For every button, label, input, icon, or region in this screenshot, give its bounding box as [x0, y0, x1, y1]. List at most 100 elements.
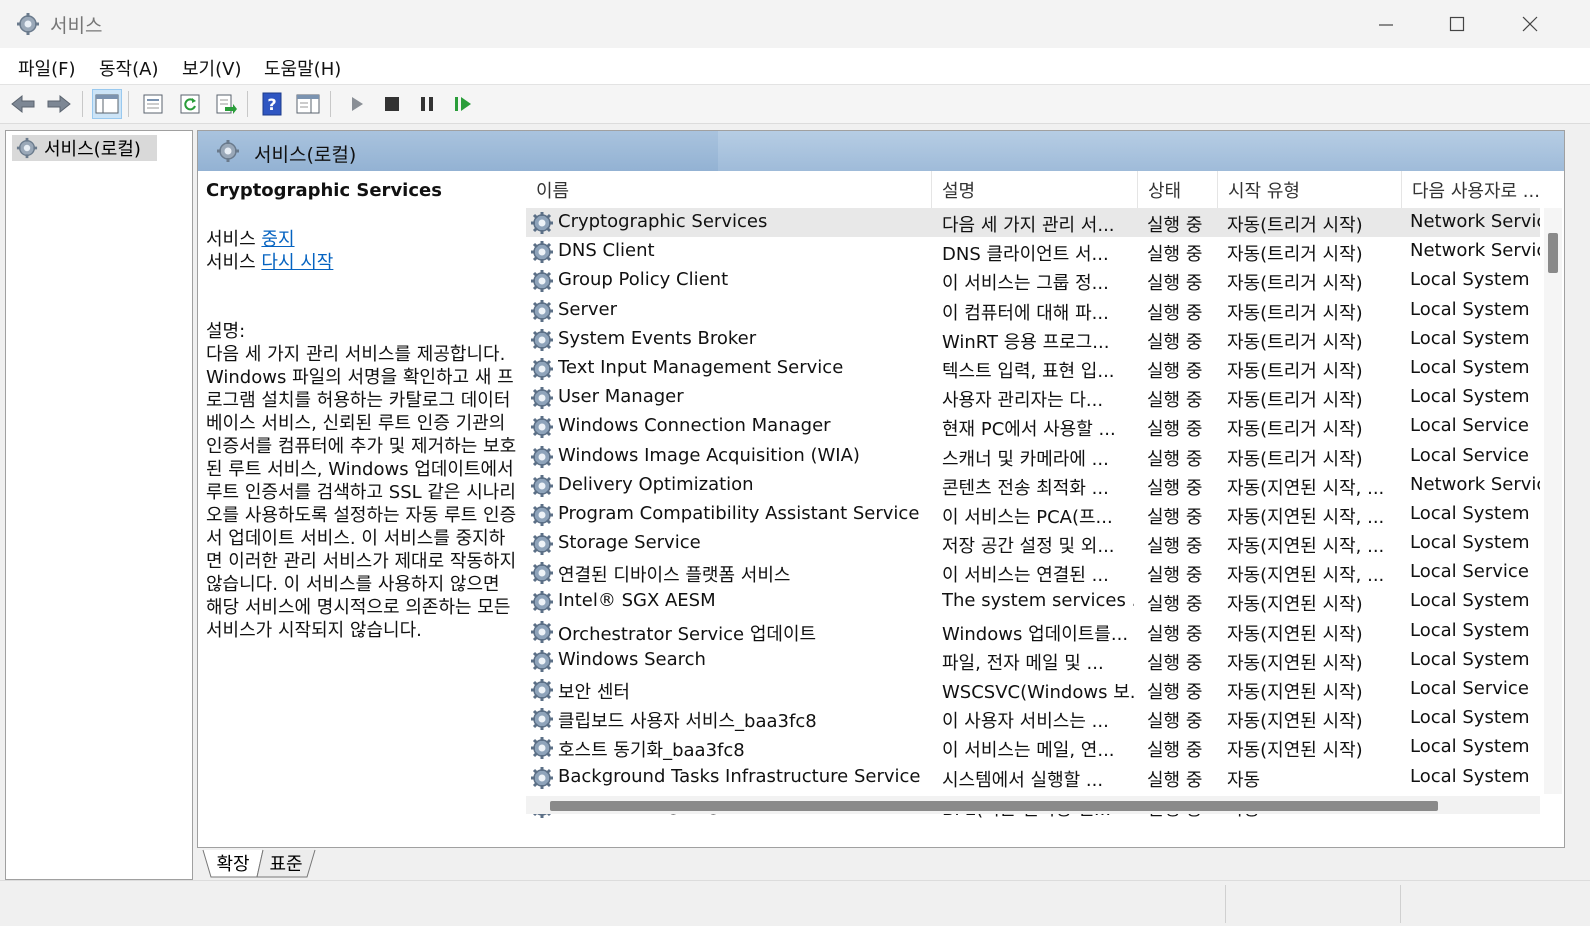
service-gear-icon	[531, 212, 553, 234]
service-logon-as: Local System	[1410, 707, 1530, 729]
service-description: 이 컴퓨터에 대해 파...	[942, 302, 1109, 324]
stop-service-button[interactable]	[377, 89, 407, 119]
service-gear-icon	[531, 591, 553, 614]
service-status: 실행 중	[1147, 506, 1203, 528]
menu-view[interactable]: 보기(V)	[182, 55, 241, 81]
stop-action: 서비스 중지	[206, 228, 518, 251]
service-description: 이 서비스는 연결된 ...	[942, 565, 1109, 587]
tree-item-services-local[interactable]: 서비스(로컬)	[12, 135, 157, 161]
status-separator	[1225, 885, 1226, 923]
close-button[interactable]	[1494, 0, 1566, 48]
console-tree-icon	[95, 94, 119, 114]
service-name: 호스트 동기화_baa3fc8	[558, 740, 745, 762]
table-row[interactable]: Background Tasks Infrastructure Service 시…	[526, 763, 1540, 792]
export-list-button[interactable]	[211, 89, 241, 119]
service-gear-icon	[531, 474, 553, 497]
column-header-description[interactable]: 설명	[932, 171, 1138, 209]
service-status: 실행 중	[1147, 594, 1203, 616]
column-header-logon-as[interactable]: 다음 사용자로 ...	[1402, 171, 1564, 209]
service-description: 다음 세 가지 관리 서...	[942, 215, 1115, 236]
table-row[interactable]: 연결된 디바이스 플랫폼 서비스 이 서비스는 연결된 ... 실행 중 자동(지연된…	[526, 558, 1540, 587]
service-name: Group Policy Client	[558, 269, 729, 291]
minimize-icon	[1379, 24, 1393, 26]
services-gear-icon	[16, 137, 38, 159]
service-name: Background Tasks Infrastructure Service	[558, 765, 921, 787]
service-name: Program Compatibility Assistant Service	[558, 502, 920, 524]
table-row[interactable]: System Events Broker WinRT 응용 프로그... 실행 중 자…	[526, 325, 1540, 354]
table-row[interactable]: 클립보드 사용자 서비스_baa3fc8 이 사용자 서비스는 ... 실행 중 자동…	[526, 704, 1540, 733]
vertical-scrollbar[interactable]	[1544, 208, 1562, 794]
column-header-name[interactable]: 이름	[526, 171, 932, 209]
menu-help[interactable]: 도움말(H)	[264, 55, 341, 81]
table-row[interactable]: Storage Service 저장 공간 설정 및 외... 실행 중 자동(지연된…	[526, 529, 1540, 558]
toolbar-separator	[330, 91, 331, 117]
restart-service-button[interactable]	[448, 89, 478, 119]
action-prefix: 서비스	[206, 229, 262, 250]
service-status: 실행 중	[1147, 682, 1203, 703]
services-gear-icon	[17, 13, 39, 35]
table-row[interactable]: Server 이 컴퓨터에 대해 파... 실행 중 자동(트리거 시작) Local …	[526, 296, 1540, 325]
column-header-status[interactable]: 상태	[1138, 171, 1218, 209]
service-status: 실행 중	[1147, 448, 1203, 470]
status-bar	[0, 880, 1590, 926]
refresh-button[interactable]	[175, 89, 205, 119]
start-service-button[interactable]	[342, 89, 372, 119]
service-name: Cryptographic Services	[558, 211, 768, 232]
service-logon-as: Local System	[1410, 619, 1530, 641]
column-label: 설명	[942, 181, 976, 202]
menu-file[interactable]: 파일(F)	[18, 55, 76, 81]
column-label: 이름	[536, 181, 570, 202]
show-hide-console-tree-button[interactable]	[92, 89, 122, 119]
column-header-startup-type[interactable]: 시작 유형	[1218, 171, 1402, 209]
table-row[interactable]: 보안 센터 WSCSVC(Windows 보... 실행 중 자동(지연된 시작) Lo…	[526, 675, 1540, 704]
console-tree: 서비스(로컬)	[5, 130, 193, 880]
restart-service-link[interactable]: 다시 시작	[261, 252, 333, 273]
table-row[interactable]: User Manager 사용자 관리자는 다... 실행 중 자동(트리거 시작) L…	[526, 383, 1540, 412]
help-button[interactable]: ?	[257, 89, 287, 119]
table-row[interactable]: Windows Image Acquisition (WIA) 스캐너 및 카메라…	[526, 442, 1540, 471]
horizontal-scroll-thumb[interactable]	[550, 801, 1438, 811]
play-icon	[352, 97, 363, 111]
tab-standard[interactable]: 표준	[261, 849, 311, 877]
services-gear-icon	[217, 140, 239, 162]
table-row[interactable]: Windows Search 파일, 전자 메일 및 ... 실행 중 자동(지연된 …	[526, 646, 1540, 675]
table-row[interactable]: Intel® SGX AESM The system services ... 실행…	[526, 587, 1540, 616]
table-row[interactable]: 호스트 동기화_baa3fc8 이 서비스는 메일, 연... 실행 중 자동(지연된…	[526, 733, 1540, 762]
service-startup-type: 자동(지연된 시작)	[1227, 623, 1363, 645]
service-status: 실행 중	[1147, 740, 1203, 762]
stop-service-link[interactable]: 중지	[261, 229, 294, 250]
service-startup-type: 자동(지연된 시작, ...	[1227, 536, 1385, 558]
table-row[interactable]: Orchestrator Service 업데이트 Windows 업데이트를..…	[526, 617, 1540, 646]
maximize-button[interactable]	[1421, 0, 1493, 48]
service-logon-as: Network Service	[1410, 211, 1540, 232]
show-action-pane-button[interactable]	[293, 89, 323, 119]
table-row[interactable]: DNS Client DNS 클라이언트 서... 실행 중 자동(트리거 시작) Ne…	[526, 237, 1540, 266]
minimize-button[interactable]	[1350, 0, 1422, 48]
service-status: 실행 중	[1147, 477, 1203, 499]
table-row[interactable]: Program Compatibility Assistant Service 이…	[526, 500, 1540, 529]
back-arrow-icon	[11, 94, 35, 114]
table-row[interactable]: Text Input Management Service 텍스트 입력, 표현 …	[526, 354, 1540, 383]
menu-action[interactable]: 동작(A)	[99, 55, 158, 81]
table-row[interactable]: Group Policy Client 이 서비스는 그룹 정... 실행 중 자동(…	[526, 266, 1540, 295]
forward-button[interactable]	[44, 89, 74, 119]
menu-bar: 파일(F) 동작(A) 보기(V) 도움말(H)	[0, 48, 1590, 85]
table-row[interactable]: Windows Connection Manager 현재 PC에서 사용할 ..…	[526, 412, 1540, 441]
service-gear-icon	[531, 357, 553, 380]
service-description: 이 서비스는 PCA(프...	[942, 506, 1113, 528]
forward-arrow-icon	[47, 94, 71, 114]
vertical-scroll-thumb[interactable]	[1548, 233, 1558, 273]
service-startup-type: 자동(트리거 시작)	[1227, 360, 1363, 382]
table-row[interactable]: Delivery Optimization 콘텐츠 전송 최적화 ... 실행 중 자…	[526, 471, 1540, 500]
back-button[interactable]	[8, 89, 38, 119]
table-row[interactable]: Cryptographic Services 다음 세 가지 관리 서... 실행 …	[526, 208, 1540, 238]
tab-extended[interactable]: 확장	[209, 849, 257, 877]
horizontal-scrollbar[interactable]	[526, 796, 1540, 814]
service-startup-type: 자동(트리거 시작)	[1227, 215, 1363, 236]
service-gear-icon	[531, 299, 553, 322]
service-logon-as: Local Service	[1410, 415, 1529, 437]
services-rows: Cryptographic Services 다음 세 가지 관리 서... 실행 …	[526, 208, 1540, 821]
service-description: 콘텐츠 전송 최적화 ...	[942, 477, 1109, 499]
pause-service-button[interactable]	[412, 89, 442, 119]
properties-button[interactable]	[138, 89, 168, 119]
